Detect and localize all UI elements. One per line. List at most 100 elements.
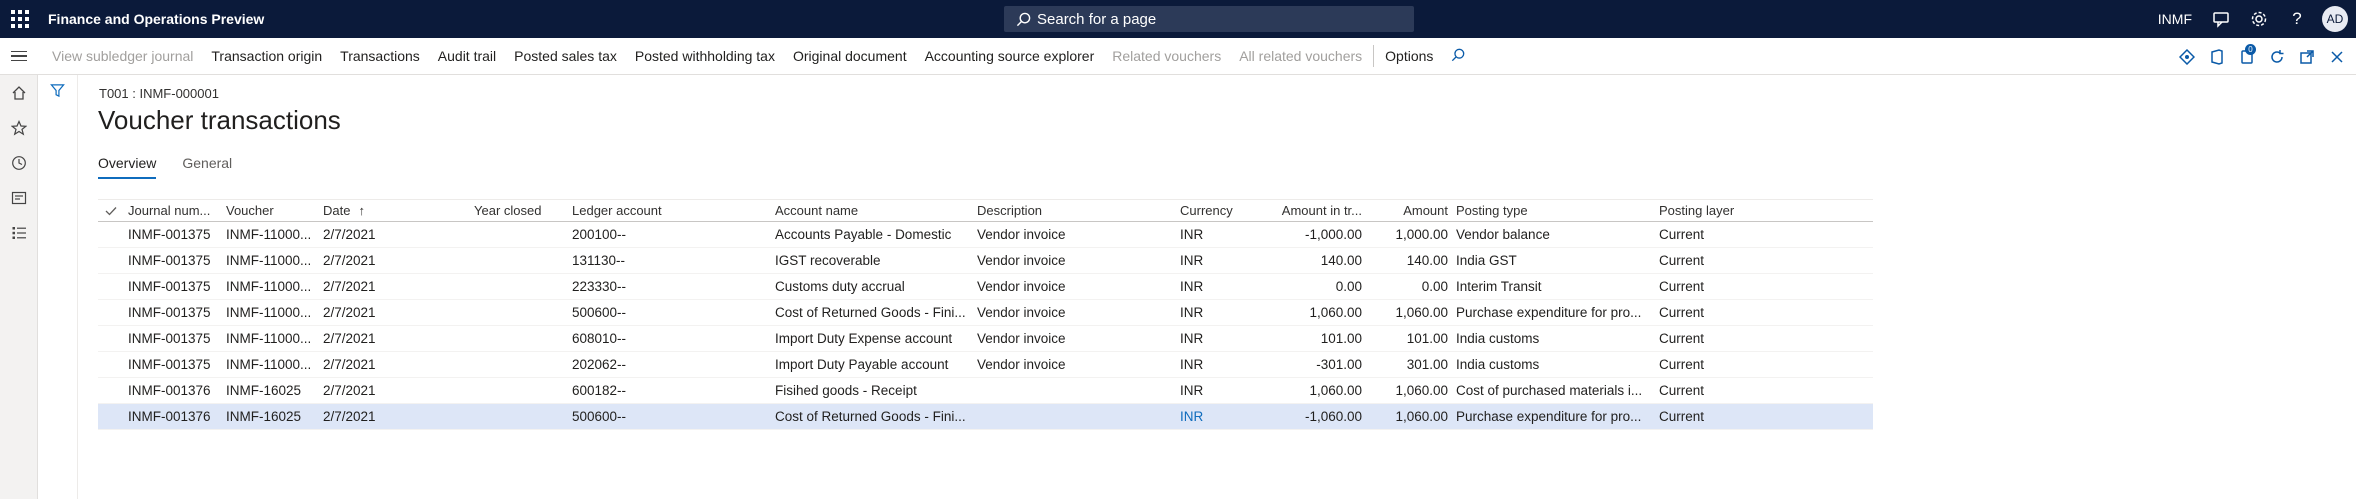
voucher-transactions-grid: Journal num... Voucher Date ↑ Year closed… [98,199,1873,430]
select-all-checkmark-icon[interactable] [98,206,124,216]
table-row[interactable]: INMF-001375 INMF-11000... 2/7/2021 202062--… [98,352,1873,378]
cell-journal-number: INMF-001376 [128,409,211,424]
attachments-icon[interactable]: 0 [2232,38,2262,75]
col-header-posting-layer[interactable]: Posting layer [1655,203,1795,218]
search-placeholder: Search for a page [1037,10,1157,28]
navigation-menu-icon[interactable] [0,38,38,75]
cell-date: 2/7/2021 [323,331,376,346]
cell-amount-in-transaction-currency: 101.00 [1320,331,1362,346]
help-icon[interactable]: ? [2278,0,2316,38]
cell-date: 2/7/2021 [323,279,376,294]
cell-account-name: IGST recoverable [775,253,881,268]
action-posted-sales-tax[interactable]: Posted sales tax [505,48,626,64]
grid-body: INMF-001375 INMF-11000... 2/7/2021 200100--… [98,222,1873,430]
action-view-subledger-journal[interactable]: View subledger journal [43,48,202,64]
col-header-journal-number[interactable]: Journal num... [124,203,222,218]
app-title[interactable]: Finance and Operations Preview [48,11,264,27]
cell-date: 2/7/2021 [323,409,376,424]
close-icon[interactable] [2322,38,2352,75]
cell-currency: INR [1180,357,1204,372]
table-row[interactable]: INMF-001375 INMF-11000... 2/7/2021 131130--… [98,248,1873,274]
cell-account-name: Cost of Returned Goods - Fini... [775,305,966,320]
col-header-date[interactable]: Date ↑ [319,203,470,218]
action-related-vouchers[interactable]: Related vouchers [1103,48,1230,64]
home-icon[interactable] [0,75,38,110]
cell-ledger-account: 500600-- [572,305,627,320]
attachments-badge: 0 [2245,44,2256,55]
cell-account-name: Cost of Returned Goods - Fini... [775,409,966,424]
cell-posting-layer: Current [1659,357,1705,372]
search-input[interactable]: Search for a page [1004,6,1414,32]
col-header-ledger-account[interactable]: Ledger account [568,203,771,218]
cell-posting-layer: Current [1659,331,1705,346]
settings-gear-icon[interactable] [2240,0,2278,38]
table-row[interactable]: INMF-001375 INMF-11000... 2/7/2021 223330--… [98,274,1873,300]
tab-overview[interactable]: Overview [98,155,157,179]
sort-ascending-icon: ↑ [358,203,365,218]
cell-description: Vendor invoice [977,331,1066,346]
tab-strip: Overview General [98,155,258,179]
favorites-star-icon[interactable] [0,110,38,145]
user-avatar[interactable]: AD [2322,6,2348,32]
office-icon[interactable] [2202,38,2232,75]
col-header-account-name[interactable]: Account name [771,203,973,218]
col-header-description[interactable]: Description [973,203,1176,218]
cell-amount-in-transaction-currency: -1,000.00 [1304,227,1362,242]
action-search-icon[interactable] [1442,48,1474,65]
cell-amount: 140.00 [1406,253,1448,268]
search-icon [1016,12,1031,26]
cell-journal-number: INMF-001376 [128,383,211,398]
top-navigation-bar: Finance and Operations Preview Search fo… [0,0,2356,38]
cell-account-name: Import Duty Payable account [775,357,949,372]
cell-account-name: Import Duty Expense account [775,331,953,346]
company-picker[interactable]: INMF [2158,11,2192,27]
recent-clock-icon[interactable] [0,145,38,180]
cell-posting-type: Purchase expenditure for pro... [1456,409,1642,424]
col-header-posting-type[interactable]: Posting type [1452,203,1655,218]
cell-account-name: Accounts Payable - Domestic [775,227,952,242]
action-accounting-source-explorer[interactable]: Accounting source explorer [916,48,1104,64]
refresh-icon[interactable] [2262,38,2292,75]
table-row[interactable]: INMF-001376 INMF-16025 2/7/2021 500600-- Cos… [98,404,1873,430]
action-transaction-origin[interactable]: Transaction origin [202,48,331,64]
open-new-window-icon[interactable] [2292,38,2322,75]
action-options[interactable]: Options [1376,48,1442,64]
action-original-document[interactable]: Original document [784,48,916,64]
cell-account-name: Fisihed goods - Receipt [775,383,917,398]
col-header-amount[interactable]: Amount [1366,203,1452,218]
cell-date: 2/7/2021 [323,305,376,320]
col-header-voucher[interactable]: Voucher [222,203,319,218]
modules-list-icon[interactable] [0,215,38,250]
filter-icon[interactable] [50,83,65,103]
cell-ledger-account: 131130-- [572,253,626,268]
workspaces-icon[interactable] [0,180,38,215]
action-audit-trail[interactable]: Audit trail [429,48,505,64]
table-row[interactable]: INMF-001375 INMF-11000... 2/7/2021 500600--… [98,300,1873,326]
cell-amount: 301.00 [1406,357,1448,372]
action-transactions[interactable]: Transactions [331,48,429,64]
chat-icon[interactable] [2202,0,2240,38]
cell-date: 2/7/2021 [323,383,376,398]
power-apps-icon[interactable] [2172,38,2202,75]
app-launcher-button[interactable] [0,0,40,38]
cell-voucher: INMF-11000... [226,253,312,268]
cell-voucher: INMF-11000... [226,331,312,346]
col-header-currency[interactable]: Currency [1176,203,1258,218]
col-header-amount-in-transaction-currency[interactable]: Amount in tr... [1258,203,1366,218]
action-posted-withholding-tax[interactable]: Posted withholding tax [626,48,784,64]
col-header-year-closed[interactable]: Year closed [470,203,568,218]
action-pane: View subledger journal Transaction origi… [0,38,2356,75]
table-row[interactable]: INMF-001375 INMF-11000... 2/7/2021 608010--… [98,326,1873,352]
cell-journal-number: INMF-001375 [128,227,211,242]
cell-currency: INR [1180,305,1204,320]
cell-journal-number: INMF-001375 [128,357,211,372]
cell-date: 2/7/2021 [323,227,376,242]
table-row[interactable]: INMF-001375 INMF-11000... 2/7/2021 200100--… [98,222,1873,248]
tab-general[interactable]: General [182,155,232,179]
action-all-related-vouchers[interactable]: All related vouchers [1230,48,1371,64]
cell-currency[interactable]: INR [1176,409,1258,424]
col-header-date-label: Date [323,203,351,218]
table-row[interactable]: INMF-001376 INMF-16025 2/7/2021 600182-- Fis… [98,378,1873,404]
cell-posting-type: Cost of purchased materials i... [1456,383,1643,398]
waffle-icon [11,10,29,28]
